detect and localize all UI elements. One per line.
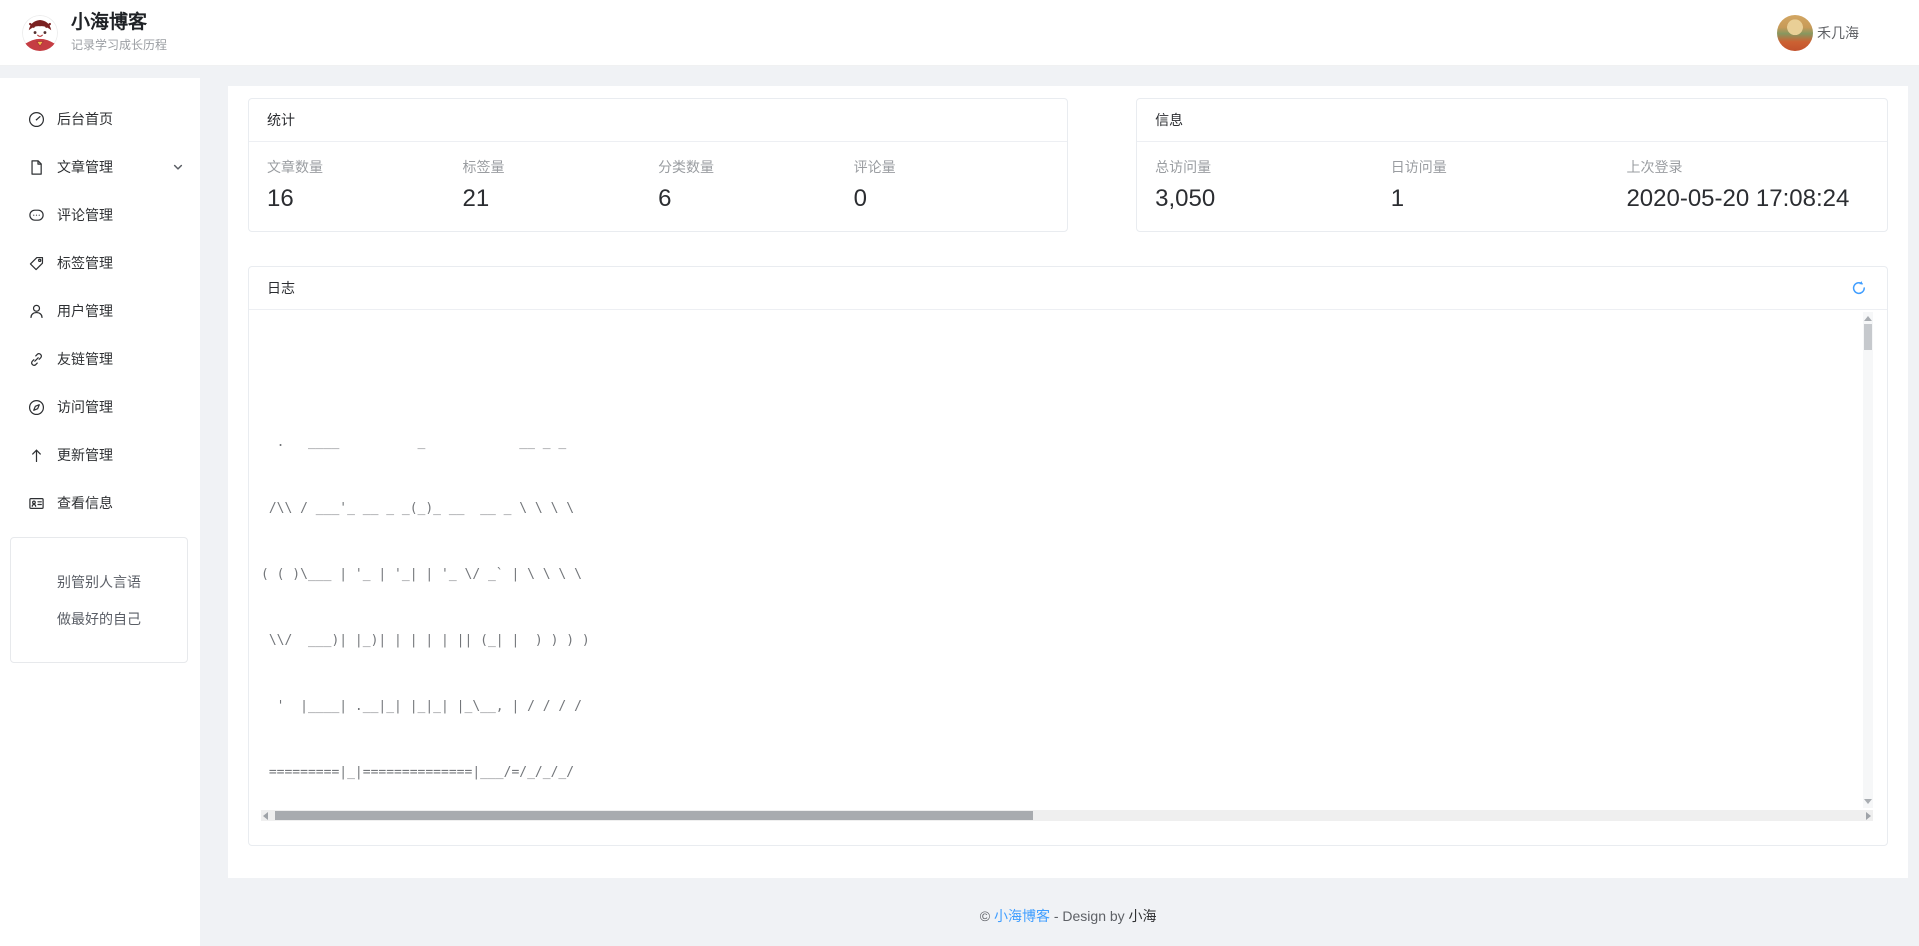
user-manage-icon xyxy=(28,303,45,320)
motto-line: 做最好的自己 xyxy=(17,601,181,638)
sidebar-item-comments[interactable]: 评论管理 xyxy=(0,191,200,239)
scroll-right-icon[interactable] xyxy=(1866,812,1871,820)
site-logo-icon xyxy=(22,15,58,51)
sidebar-item-label: 访问管理 xyxy=(57,397,113,417)
comment-icon xyxy=(28,207,45,224)
brand-text: 小海博客 记录学习成长历程 xyxy=(71,12,167,53)
sidebar-item-info[interactable]: 查看信息 xyxy=(0,479,200,527)
site-subtitle: 记录学习成长历程 xyxy=(71,36,167,53)
link-icon xyxy=(28,351,45,368)
copyright-symbol: © xyxy=(980,908,990,924)
log-card: 日志 . ____ _ __ _ _ xyxy=(248,266,1888,846)
stat-daily-visits: 日访问量 1 xyxy=(1391,157,1627,213)
horizontal-scrollbar-thumb[interactable] xyxy=(275,811,1033,820)
sidebar-item-label: 文章管理 xyxy=(57,157,113,177)
compass-icon xyxy=(28,399,45,416)
log-text: . ____ _ __ _ _ /\\ / ___'_ __ _ _(_)_ _… xyxy=(261,310,1873,821)
sidebar-item-visits[interactable]: 访问管理 xyxy=(0,383,200,431)
user-avatar[interactable] xyxy=(1777,15,1813,51)
footer-designer: 小海 xyxy=(1129,908,1157,924)
footer-design-text: - Design by xyxy=(1050,908,1129,924)
chevron-down-icon[interactable] xyxy=(172,161,184,173)
stats-card: 统计 文章数量 16 标签量 21 分类数量 6 xyxy=(248,98,1068,232)
sidebar-item-tags[interactable]: 标签管理 xyxy=(0,239,200,287)
sidebar-nav: 后台首页 文章管理 评论管理 xyxy=(0,95,200,527)
vertical-scrollbar[interactable] xyxy=(1863,312,1873,808)
refresh-button[interactable] xyxy=(1851,279,1869,297)
sidebar-item-users[interactable]: 用户管理 xyxy=(0,287,200,335)
user-name: 禾几海 xyxy=(1817,23,1859,43)
log-body: . ____ _ __ _ _ /\\ / ___'_ __ _ _(_)_ _… xyxy=(249,310,1887,845)
sidebar-item-updates[interactable]: 更新管理 xyxy=(0,431,200,479)
content-area: 统计 文章数量 16 标签量 21 分类数量 6 xyxy=(228,86,1908,946)
sidebar: 后台首页 文章管理 评论管理 xyxy=(0,78,200,946)
sidebar-item-links[interactable]: 友链管理 xyxy=(0,335,200,383)
brand: 小海博客 记录学习成长历程 xyxy=(22,12,167,53)
stat-comment-count: 评论量 0 xyxy=(854,157,1050,213)
tag-icon xyxy=(28,255,45,272)
sidebar-item-dashboard[interactable]: 后台首页 xyxy=(0,95,200,143)
sidebar-item-label: 后台首页 xyxy=(57,109,113,129)
sidebar-item-articles[interactable]: 文章管理 xyxy=(0,143,200,191)
sidebar-item-label: 用户管理 xyxy=(57,301,113,321)
refresh-icon xyxy=(1851,280,1867,296)
scroll-left-icon[interactable] xyxy=(263,812,268,820)
log-console: . ____ _ __ _ _ /\\ / ___'_ __ _ _(_)_ _… xyxy=(261,310,1873,821)
sidebar-item-label: 查看信息 xyxy=(57,493,113,513)
user-menu[interactable]: 禾几海 xyxy=(1777,15,1859,51)
spring-boot-banner: . ____ _ __ _ _ /\\ / ___'_ __ _ _(_)_ _… xyxy=(261,388,1873,821)
stat-total-visits: 总访问量 3,050 xyxy=(1155,157,1391,213)
vertical-scrollbar-thumb[interactable] xyxy=(1864,324,1872,350)
info-card-title: 信息 xyxy=(1137,99,1887,142)
app-header: 小海博客 记录学习成长历程 禾几海 xyxy=(0,0,1919,66)
sidebar-item-label: 评论管理 xyxy=(57,205,113,225)
stat-tag-count: 标签量 21 xyxy=(463,157,659,213)
sidebar-item-label: 更新管理 xyxy=(57,445,113,465)
scroll-down-icon[interactable] xyxy=(1864,799,1872,804)
scroll-up-icon[interactable] xyxy=(1864,316,1872,321)
content-panel: 统计 文章数量 16 标签量 21 分类数量 6 xyxy=(228,86,1908,878)
article-icon xyxy=(28,159,45,176)
main-layout: 后台首页 文章管理 评论管理 xyxy=(0,66,1919,946)
log-card-title: 日志 xyxy=(267,278,295,298)
footer-site-link[interactable]: 小海博客 xyxy=(994,908,1050,924)
upload-arrow-icon xyxy=(28,447,45,464)
stats-card-title: 统计 xyxy=(249,99,1067,142)
stat-last-login: 上次登录 2020-05-20 17:08:24 xyxy=(1626,157,1869,213)
motto-card: 别管别人言语 做最好的自己 xyxy=(10,537,188,663)
site-title: 小海博客 xyxy=(71,12,167,34)
sidebar-item-label: 标签管理 xyxy=(57,253,113,273)
footer: © 小海博客 - Design by 小海 xyxy=(228,878,1908,946)
stat-article-count: 文章数量 16 xyxy=(267,157,463,213)
stat-category-count: 分类数量 6 xyxy=(658,157,854,213)
id-card-icon xyxy=(28,495,45,512)
summary-cards-row: 统计 文章数量 16 标签量 21 分类数量 6 xyxy=(248,98,1888,232)
motto-line: 别管别人言语 xyxy=(17,564,181,601)
sidebar-item-label: 友链管理 xyxy=(57,349,113,369)
info-card: 信息 总访问量 3,050 日访问量 1 上次登录 2020-05-20 17: xyxy=(1136,98,1888,232)
horizontal-scrollbar[interactable] xyxy=(261,810,1873,821)
dashboard-icon xyxy=(28,111,45,128)
